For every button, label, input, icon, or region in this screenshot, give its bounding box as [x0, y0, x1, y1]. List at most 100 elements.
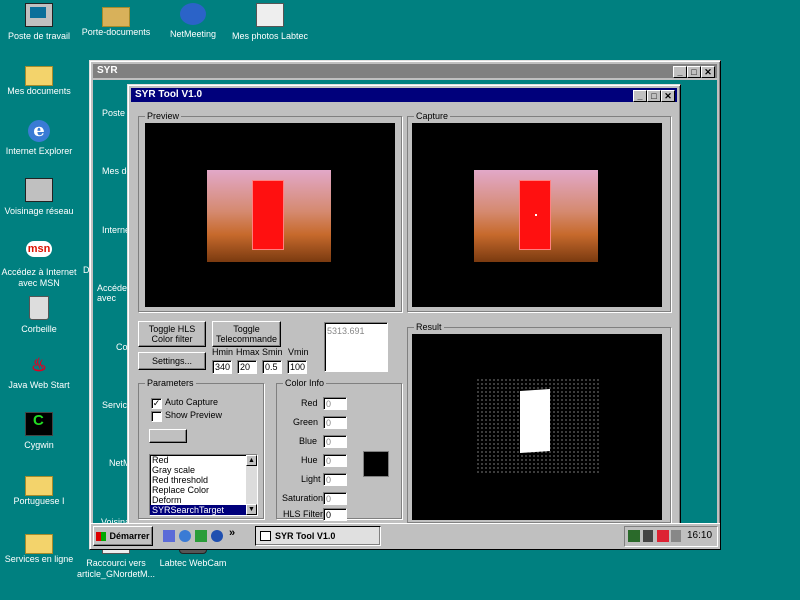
desktop-icon-label: Mes documents: [7, 86, 71, 96]
parameters-group: Parameters ✓ Auto Capture Show Preview R…: [138, 377, 264, 519]
photos-icon: [256, 3, 284, 27]
color-info-label: Color Info: [283, 377, 327, 389]
tray-app-icon[interactable]: [628, 530, 640, 542]
green-label: Green: [293, 417, 319, 427]
quicklaunch-desktop-icon[interactable]: [163, 530, 175, 542]
close-button[interactable]: ✕: [661, 90, 675, 102]
preview-label: Preview: [145, 110, 182, 122]
desktop-icon-label: Portuguese I: [13, 496, 65, 506]
desktop-icon-cygwin[interactable]: Cygwin: [0, 412, 81, 451]
desktop-icon-label: Poste de travail: [7, 31, 71, 41]
taskbar-task-syr-tool[interactable]: SYR Tool V1.0: [255, 526, 381, 546]
list-item[interactable]: Gray scale: [150, 465, 257, 475]
tray-cursor-icon[interactable]: [643, 530, 653, 542]
show-preview-checkbox[interactable]: [151, 411, 162, 422]
list-scrollbar[interactable]: ▲ ▼: [246, 455, 257, 515]
tray-volume-icon[interactable]: [671, 530, 681, 542]
desktop-icon-label: Accédez à Internet avec MSN: [1, 267, 77, 288]
java-icon: ♨: [30, 355, 48, 375]
result-group: Result: [407, 321, 671, 523]
vmin-field[interactable]: 100: [287, 360, 307, 374]
hmin-label: Hmin: [212, 347, 234, 357]
desktop-icon-label: NetMeeting: [169, 29, 217, 39]
quicklaunch-ie-icon[interactable]: [179, 530, 191, 542]
result-label: Result: [414, 321, 444, 333]
quicklaunch-channels-icon[interactable]: [211, 530, 223, 542]
preview-group: Preview: [138, 110, 402, 312]
smin-field[interactable]: 0.5: [262, 360, 282, 374]
hue-label: Hue: [301, 455, 318, 465]
netmeeting-icon: [180, 3, 206, 25]
start-button[interactable]: Démarrer: [93, 526, 153, 546]
tray-network-icon[interactable]: [657, 530, 669, 542]
syr-tool-title: SYR Tool V1.0: [135, 89, 203, 100]
desktop-icon-label: Services en ligne: [4, 554, 74, 564]
red-label: Red: [301, 398, 318, 408]
scroll-down-arrow-icon[interactable]: ▼: [246, 504, 257, 515]
desktop-icon-msn[interactable]: msn Accédez à Internet avec MSN: [0, 238, 81, 289]
desktop-icon-voisinage-reseau[interactable]: Voisinage réseau: [0, 178, 81, 217]
blue-label: Blue: [299, 436, 318, 446]
syr-title-bar[interactable]: SYR _ □ ✕: [93, 64, 717, 78]
behind-label: Interne: [102, 225, 131, 235]
syr-tool-window[interactable]: SYR Tool V1.0 _ □ ✕ Preview Capture Togg…: [127, 84, 681, 526]
behind-label: Poste: [102, 108, 126, 118]
scroll-up-arrow-icon[interactable]: ▲: [246, 455, 257, 466]
desktop-icon-portuguese[interactable]: Portuguese I: [0, 472, 81, 507]
desktop-icon-java-web-start[interactable]: ♨ Java Web Start: [0, 354, 81, 391]
desktop-icon-netmeeting[interactable]: NetMeeting: [151, 3, 235, 40]
desktop-icon-corbeille[interactable]: Corbeille: [0, 296, 81, 335]
recycle-bin-icon: [29, 296, 49, 320]
list-item[interactable]: Red threshold: [150, 475, 257, 485]
toggle-hls-color-filter-button[interactable]: Toggle HLS Color filter: [138, 321, 206, 347]
list-item[interactable]: Red: [150, 455, 257, 465]
briefcase-icon: [102, 7, 130, 27]
desktop-icon-label: Porte-documents: [81, 27, 151, 37]
desktop-icon-porte-documents[interactable]: Porte-documents: [74, 3, 158, 38]
folder-icon: [25, 66, 53, 86]
maximize-button[interactable]: □: [647, 90, 661, 102]
desktop-icon-label: Labtec WebCam: [159, 558, 227, 568]
cygwin-icon: [25, 412, 53, 436]
folder-icon: [25, 476, 53, 496]
desktop-icon-internet-explorer[interactable]: e Internet Explorer: [0, 120, 81, 157]
tray-clock[interactable]: 16:10: [687, 530, 712, 541]
quicklaunch-outlook-icon[interactable]: [195, 530, 207, 542]
desktop-icon-label: Raccourci vers article_GNordetM...: [76, 558, 156, 579]
red-door: [252, 180, 284, 250]
desktop-icon-label: Voisinage réseau: [4, 206, 74, 216]
target-marker: [535, 214, 537, 216]
hmax-field[interactable]: 20: [237, 360, 257, 374]
syr-tool-title-bar[interactable]: SYR Tool V1.0 _ □ ✕: [131, 88, 677, 102]
capture-image: [412, 123, 662, 307]
desktop-icon-mes-documents[interactable]: Mes documents: [0, 62, 81, 97]
blue-field: 0: [323, 435, 347, 448]
minimize-button[interactable]: _: [673, 66, 687, 78]
list-item[interactable]: Replace Color: [150, 485, 257, 495]
settings-button[interactable]: Settings...: [138, 352, 206, 370]
maximize-button[interactable]: □: [687, 66, 701, 78]
hmax-label: Hmax: [236, 347, 260, 357]
readout-field: 5313.691: [324, 322, 388, 372]
list-item-selected[interactable]: SYRSearchTarget: [150, 505, 257, 515]
folder-icon: [25, 534, 53, 554]
saturation-field: 0: [323, 492, 347, 505]
parameters-action-button[interactable]: [149, 429, 187, 443]
auto-capture-checkbox[interactable]: ✓: [151, 398, 162, 409]
quicklaunch-overflow[interactable]: »: [229, 527, 235, 539]
minimize-button[interactable]: _: [633, 90, 647, 102]
close-button[interactable]: ✕: [701, 66, 715, 78]
syr-title: SYR: [97, 65, 118, 76]
desktop-icon-mes-photos-labtec[interactable]: Mes photos Labtec: [228, 3, 312, 42]
filter-list[interactable]: Red Gray scale Red threshold Replace Col…: [149, 454, 258, 516]
desktop-icon-label: Java Web Start: [8, 380, 70, 390]
hls-filter-field[interactable]: 0: [323, 508, 347, 521]
color-swatch: [363, 451, 389, 477]
desktop-icon-poste-de-travail[interactable]: Poste de travail: [0, 3, 81, 42]
auto-capture-label: Auto Capture: [165, 397, 219, 407]
toggle-telecommande-button[interactable]: Toggle Telecommande: [212, 321, 281, 347]
capture-group: Capture: [407, 110, 671, 312]
desktop-icon-services-en-ligne[interactable]: Services en ligne: [0, 530, 81, 565]
hmin-field[interactable]: 340: [212, 360, 232, 374]
list-item[interactable]: Deform: [150, 495, 257, 505]
